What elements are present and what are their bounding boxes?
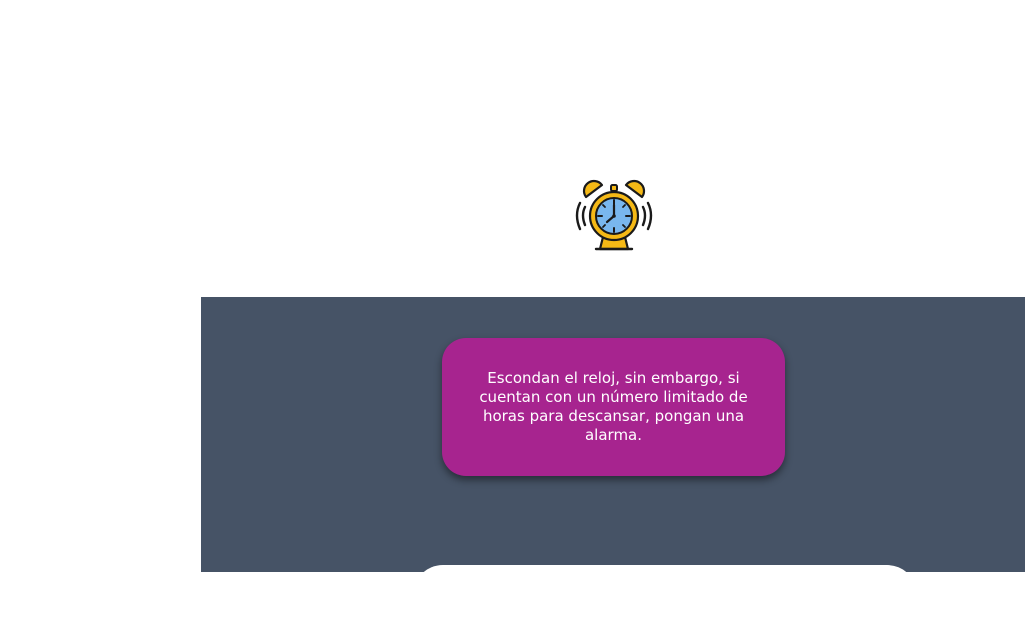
tip-card: Escondan el reloj, sin embargo, si cuent…	[442, 338, 785, 476]
next-card	[413, 565, 917, 572]
tip-panel: Escondan el reloj, sin embargo, si cuent…	[201, 297, 1025, 572]
slide-page: Escondan el reloj, sin embargo, si cuent…	[0, 0, 1025, 621]
alarm-clock-icon	[575, 179, 653, 251]
tip-text: Escondan el reloj, sin embargo, si cuent…	[479, 369, 748, 444]
bottom-strip	[0, 572, 1025, 621]
